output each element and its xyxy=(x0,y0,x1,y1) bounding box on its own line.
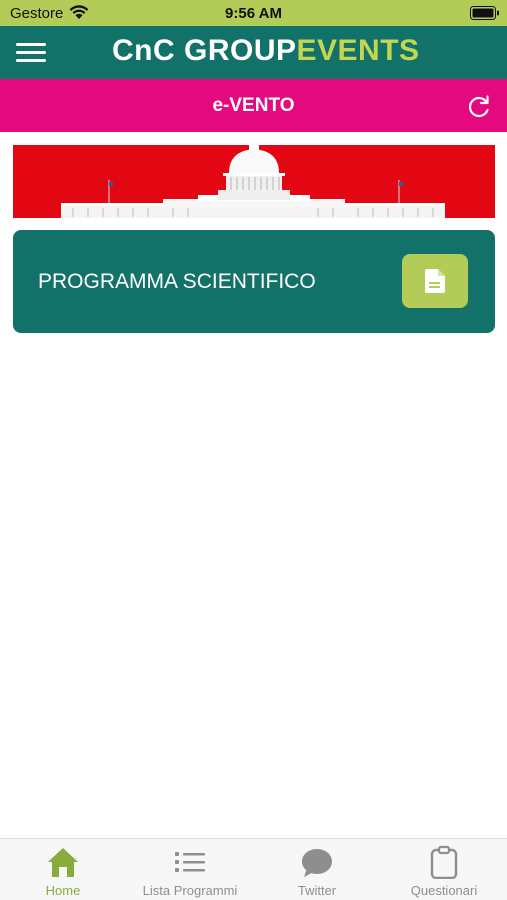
logo-text-events: EVENTS xyxy=(296,34,420,67)
status-bar: Gestore 9:56 AM xyxy=(0,0,507,26)
hamburger-menu-icon[interactable] xyxy=(16,43,46,63)
tab-lista-programmi[interactable]: Lista Programmi xyxy=(127,839,253,900)
event-banner xyxy=(13,145,495,218)
logo-text-group: CnC GROUP xyxy=(112,34,297,67)
tab-label-home: Home xyxy=(45,883,81,898)
refresh-icon[interactable] xyxy=(466,94,492,120)
capitol-building-illustration xyxy=(13,145,495,218)
title-bar: e-VENTO xyxy=(0,79,507,132)
tab-label-lista-programmi: Lista Programmi xyxy=(142,883,238,898)
battery-icon xyxy=(470,6,499,20)
tab-label-questionari: Questionari xyxy=(410,883,478,898)
app-logo: CnC GROUPEVENTS xyxy=(112,34,420,68)
tab-label-twitter: Twitter xyxy=(297,883,337,898)
tab-questionari[interactable]: Questionari xyxy=(381,839,507,900)
bottom-tab-bar: Home Lista Programmi Twitter Questionari xyxy=(0,838,507,900)
chat-bubble-icon xyxy=(302,849,332,877)
card-label: PROGRAMMA SCIENTIFICO xyxy=(38,270,316,293)
tab-home[interactable]: Home xyxy=(0,839,126,900)
status-time: 9:56 AM xyxy=(225,5,282,22)
tab-twitter[interactable]: Twitter xyxy=(254,839,380,900)
page-title: e-VENTO xyxy=(212,95,295,116)
document-icon xyxy=(425,269,445,293)
clipboard-icon xyxy=(430,845,458,879)
list-icon xyxy=(175,852,205,872)
home-icon xyxy=(48,848,78,877)
programma-scientifico-card[interactable]: PROGRAMMA SCIENTIFICO xyxy=(13,230,495,333)
app-header: CnC GROUPEVENTS xyxy=(0,26,507,79)
open-document-button[interactable] xyxy=(402,254,468,308)
